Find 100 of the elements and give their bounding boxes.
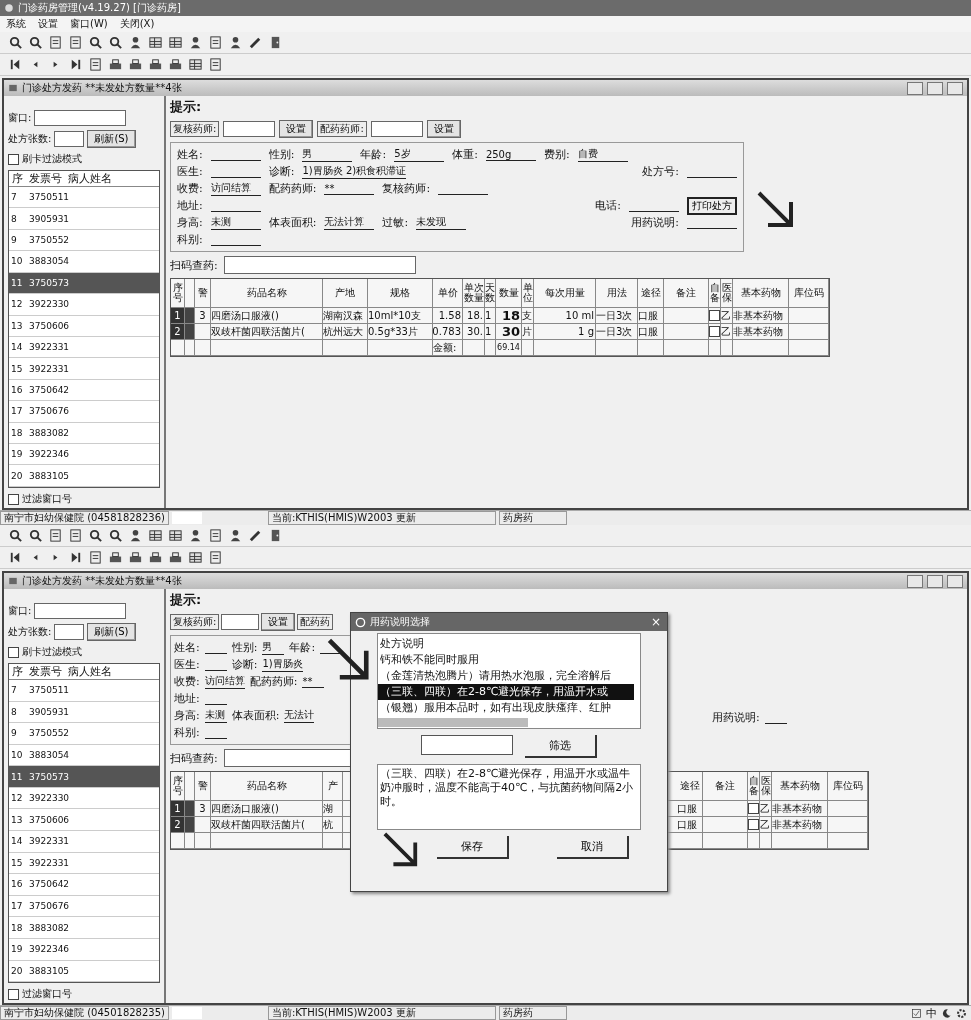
checkbox[interactable]	[709, 326, 720, 337]
list-row[interactable]: 14 3922331	[9, 336, 159, 359]
input-field[interactable]	[223, 121, 276, 137]
search-icon[interactable]	[28, 35, 43, 50]
input-field[interactable]	[34, 110, 127, 126]
list-item[interactable]: 钙和铁不能同时服用	[378, 652, 634, 668]
gear-icon[interactable]	[956, 1007, 967, 1019]
refresh-button[interactable]: 刷新(S)	[87, 623, 136, 641]
checkbox[interactable]	[8, 988, 19, 1000]
table-icon[interactable]	[148, 35, 163, 50]
person-icon[interactable]	[128, 528, 143, 543]
checkbox[interactable]	[748, 803, 759, 814]
list-row[interactable]: 15 3922331	[9, 852, 159, 875]
list-row[interactable]: 8 3905931	[9, 208, 159, 230]
document-icon[interactable]	[68, 35, 83, 50]
menu-item[interactable]: 系统	[6, 17, 26, 31]
list-row[interactable]: 17 3750676	[9, 895, 159, 918]
input-field[interactable]	[221, 614, 260, 630]
list-row[interactable]: 13 3750606	[9, 315, 159, 337]
list-item[interactable]: （金莲清热泡腾片）请用热水泡服，完全溶解后	[378, 668, 634, 684]
input-field[interactable]	[370, 121, 423, 137]
printer-icon[interactable]	[148, 57, 163, 72]
person-icon[interactable]	[188, 35, 203, 50]
list-item[interactable]: 处方说明	[378, 636, 634, 652]
filter-field[interactable]	[421, 735, 513, 755]
list-row[interactable]: 13 3750606	[9, 809, 159, 832]
search-icon[interactable]	[28, 528, 43, 543]
printer-icon[interactable]	[148, 550, 163, 565]
search-icon[interactable]	[108, 528, 123, 543]
list-row[interactable]: 11 3750573	[9, 766, 159, 788]
document-icon[interactable]	[88, 550, 103, 565]
input-method-indicator[interactable]: 中	[926, 1005, 937, 1020]
list-row[interactable]: 15 3922331	[9, 358, 159, 380]
pencil-icon[interactable]	[248, 35, 263, 50]
list-row[interactable]: 17 3750676	[9, 401, 159, 423]
checkbox[interactable]	[8, 646, 19, 658]
list-row[interactable]: 7 3750511	[9, 680, 159, 702]
pencil-icon[interactable]	[248, 528, 263, 543]
search-icon[interactable]	[8, 35, 23, 50]
list-row[interactable]: 12 3922330	[9, 787, 159, 810]
document-icon[interactable]	[48, 35, 63, 50]
document-icon[interactable]	[68, 528, 83, 543]
list-row[interactable]: 12 3922330	[9, 294, 159, 316]
table-icon[interactable]	[168, 528, 183, 543]
table-icon[interactable]	[188, 57, 203, 72]
checkbox[interactable]	[8, 493, 19, 505]
filter-button[interactable]: 筛选	[525, 735, 597, 758]
close-button[interactable]: ×	[648, 615, 663, 629]
person-icon[interactable]	[188, 528, 203, 543]
search-icon[interactable]	[88, 528, 103, 543]
list-row[interactable]: 16 3750642	[9, 379, 159, 402]
person-icon[interactable]	[228, 528, 243, 543]
menu-item[interactable]: 关闭(X)	[119, 17, 155, 31]
list-row[interactable]: 18 3883082	[9, 917, 159, 939]
menu-item[interactable]: 窗口(W)	[70, 17, 108, 31]
dialog-button[interactable]: 保存	[437, 836, 509, 859]
scan-field[interactable]	[223, 256, 416, 274]
document-icon[interactable]	[208, 550, 223, 565]
document-icon[interactable]	[48, 528, 63, 543]
list-item[interactable]: （三联、四联）在2-8℃避光保存，用温开水或	[378, 684, 634, 700]
person-icon[interactable]	[128, 35, 143, 50]
input-field[interactable]	[54, 624, 85, 640]
list-row[interactable]: 10 3883054	[9, 251, 159, 273]
list-row[interactable]: 9 3750552	[9, 229, 159, 252]
dialog-button[interactable]: 取消	[557, 836, 629, 859]
list-row[interactable]: 19 3922346	[9, 938, 159, 961]
menu-item[interactable]: 设置	[38, 17, 58, 31]
table-icon[interactable]	[148, 528, 163, 543]
input-field[interactable]	[54, 131, 85, 147]
note-text-area[interactable]: （三联、四联）在2-8℃避光保存，用温开水或温牛奶冲服时，温度不能高于40℃，与抗菌药物间隔2小时。	[377, 764, 641, 830]
document-icon[interactable]	[208, 528, 223, 543]
list-row[interactable]: 19 3922346	[9, 444, 159, 466]
list-row[interactable]: 8 3905931	[9, 701, 159, 724]
list-row[interactable]: 20 3883105	[9, 465, 159, 487]
list-row[interactable]: 18 3883082	[9, 422, 159, 445]
set-button[interactable]: 设置	[426, 120, 461, 138]
list-row[interactable]: 9 3750552	[9, 723, 159, 745]
table-icon[interactable]	[168, 35, 183, 50]
checkbox[interactable]	[709, 310, 720, 321]
table-icon[interactable]	[188, 550, 203, 565]
printer-icon[interactable]	[168, 57, 183, 72]
list-row[interactable]: 7 3750511	[9, 187, 159, 209]
moon-icon[interactable]	[941, 1007, 952, 1019]
printer-icon[interactable]	[128, 550, 143, 565]
search-icon[interactable]	[8, 528, 23, 543]
person-icon[interactable]	[228, 35, 243, 50]
search-icon[interactable]	[108, 35, 123, 50]
printer-icon[interactable]	[168, 550, 183, 565]
refresh-button[interactable]: 刷新(S)	[87, 130, 136, 148]
document-icon[interactable]	[208, 35, 223, 50]
checkbox[interactable]	[8, 153, 19, 165]
printer-icon[interactable]	[128, 57, 143, 72]
search-icon[interactable]	[88, 35, 103, 50]
list-row[interactable]: 20 3883105	[9, 960, 159, 982]
list-row[interactable]: 11 3750573	[9, 272, 159, 295]
list-row[interactable]: 16 3750642	[9, 874, 159, 896]
document-icon[interactable]	[88, 57, 103, 72]
document-icon[interactable]	[208, 57, 223, 72]
printer-icon[interactable]	[108, 57, 123, 72]
printer-icon[interactable]	[108, 550, 123, 565]
